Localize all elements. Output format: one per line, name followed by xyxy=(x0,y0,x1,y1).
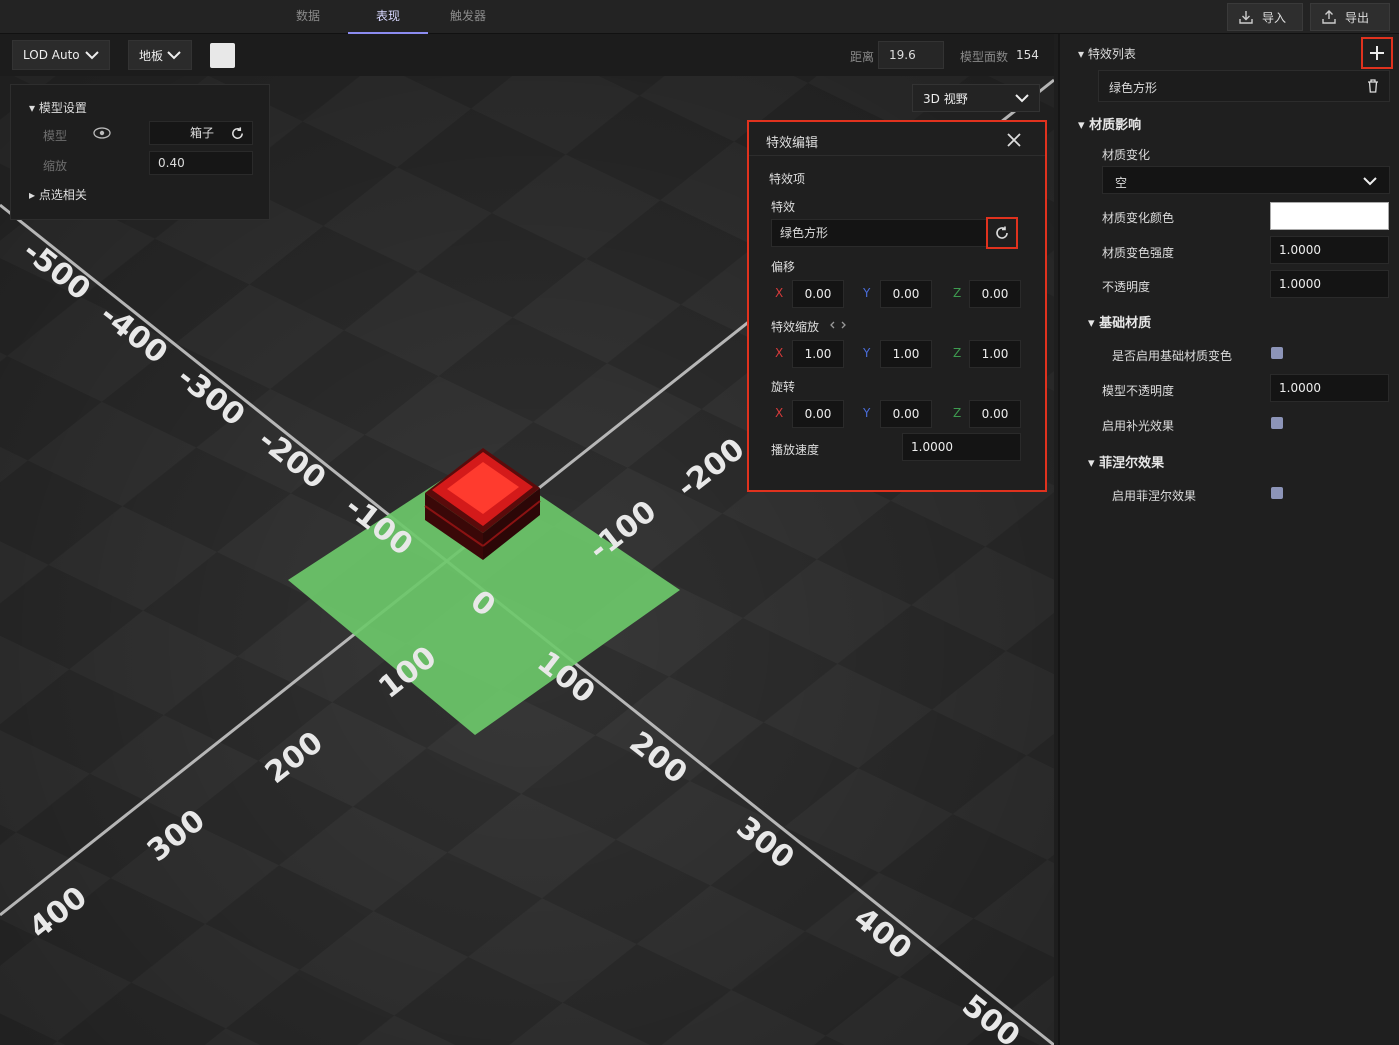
axis-x-label: X xyxy=(775,286,784,300)
fx-list-item[interactable]: 绿色方形 xyxy=(1098,70,1390,102)
refresh-icon[interactable] xyxy=(994,225,1010,241)
model-settings-panel: ▾ 模型设置 模型 箱子 缩放 0.40 ▸ 点选相关 xyxy=(10,84,270,220)
base-material-toggle[interactable]: ▾ 基础材质 xyxy=(1088,312,1151,331)
import-icon xyxy=(1239,11,1253,24)
tab-trigger[interactable]: 触发器 xyxy=(428,0,508,34)
link-icon[interactable] xyxy=(829,320,847,330)
distance-field[interactable]: 19.6 xyxy=(878,41,944,69)
axis-z-label: Z xyxy=(953,346,962,360)
effect-label: 特效 xyxy=(771,200,796,214)
refresh-icon[interactable] xyxy=(230,126,245,141)
fx-list-item-label: 绿色方形 xyxy=(1109,81,1158,95)
export-icon xyxy=(1322,10,1336,24)
top-tab-bar: 数据 表现 触发器 导入 导出 xyxy=(0,0,1399,34)
axis-z-label: Z xyxy=(953,286,962,300)
play-speed-input[interactable]: 1.0000 xyxy=(902,433,1021,461)
scale-z-input[interactable]: 1.00 xyxy=(969,340,1021,368)
opacity-input[interactable]: 1.0000 xyxy=(1270,270,1389,298)
material-section-toggle[interactable]: ▾ 材质影响 xyxy=(1078,114,1141,133)
pick-section-label: 点选相关 xyxy=(38,188,87,202)
axis-y-label: Y xyxy=(863,406,871,420)
rotate-label: 旋转 xyxy=(771,380,796,394)
material-color-swatch[interactable] xyxy=(1270,202,1389,230)
axis-x-label: X xyxy=(775,406,784,420)
axis-z-label: Z xyxy=(953,406,962,420)
tab-appearance[interactable]: 表现 xyxy=(348,0,428,34)
tab-data[interactable]: 数据 xyxy=(268,0,348,34)
trash-icon[interactable] xyxy=(1367,79,1379,93)
view-mode-label: 3D 视野 xyxy=(923,91,968,106)
material-change-dropdown[interactable]: 空 xyxy=(1102,166,1390,194)
view-mode-dropdown[interactable]: 3D 视野 xyxy=(912,84,1040,112)
scale-label: 缩放 xyxy=(43,159,68,173)
effect-item-label: 特效项 xyxy=(769,172,806,186)
model-label: 模型 xyxy=(43,129,68,143)
scale-x-input[interactable]: 1.00 xyxy=(792,340,844,368)
material-change-value: 空 xyxy=(1115,176,1128,190)
play-speed-label: 播放速度 xyxy=(771,443,820,457)
effect-editor-header: 特效编辑 xyxy=(749,122,1045,156)
distance-label: 距离 xyxy=(850,50,875,64)
scale-field[interactable]: 0.40 xyxy=(149,151,253,175)
axis-x-label: X xyxy=(775,346,784,360)
chevron-down-icon xyxy=(1015,94,1029,103)
fx-list-toggle[interactable]: ▾ 特效列表 xyxy=(1078,45,1136,62)
chevron-down-icon xyxy=(167,51,181,60)
plus-icon[interactable] xyxy=(1369,45,1385,61)
effect-scale-label: 特效缩放 xyxy=(771,320,820,334)
model-opacity-input[interactable]: 1.0000 xyxy=(1270,374,1389,402)
base-enable-checkbox[interactable] xyxy=(1271,347,1283,359)
base-material-title: 基础材质 xyxy=(1099,316,1152,331)
axis-y-label: Y xyxy=(863,346,871,360)
pick-section-toggle[interactable]: ▸ 点选相关 xyxy=(29,186,87,203)
chevron-down-icon xyxy=(1363,177,1377,186)
rotate-y-input[interactable]: 0.00 xyxy=(880,400,932,428)
material-change-label: 材质变化 xyxy=(1102,148,1151,162)
material-strength-label: 材质变色强度 xyxy=(1102,246,1175,260)
rotate-z-input[interactable]: 0.00 xyxy=(969,400,1021,428)
offset-y-input[interactable]: 0.00 xyxy=(880,280,932,308)
material-color-label: 材质变化颜色 xyxy=(1102,211,1175,225)
scale-y-input[interactable]: 1.00 xyxy=(880,340,932,368)
offset-label: 偏移 xyxy=(771,260,796,274)
import-label: 导入 xyxy=(1262,10,1287,25)
fill-light-checkbox[interactable] xyxy=(1271,417,1283,429)
effect-editor-dialog: 特效编辑 特效项 特效 绿色方形 偏移 X 0.00 Y 0.00 Z 0.00… xyxy=(747,120,1047,492)
fx-list-title: 特效列表 xyxy=(1087,47,1136,61)
import-button[interactable]: 导入 xyxy=(1227,3,1303,31)
material-strength-input[interactable]: 1.0000 xyxy=(1270,236,1389,264)
offset-z-input[interactable]: 0.00 xyxy=(969,280,1021,308)
axis-y-label: Y xyxy=(863,286,871,300)
right-sidebar: ▾ 特效列表 绿色方形 ▾ 材质影响 材质变化 空 材质变化颜色 材质变色强度 … xyxy=(1058,34,1399,1045)
lod-dropdown[interactable]: LOD Auto xyxy=(12,40,110,70)
export-button[interactable]: 导出 xyxy=(1310,3,1390,31)
material-section-title: 材质影响 xyxy=(1089,118,1142,133)
base-enable-label: 是否启用基础材质变色 xyxy=(1112,349,1233,363)
floor-dropdown[interactable]: 地板 xyxy=(128,40,192,70)
opacity-label: 不透明度 xyxy=(1102,280,1151,294)
model-opacity-label: 模型不透明度 xyxy=(1102,384,1175,398)
faces-label: 模型面数 xyxy=(960,50,1009,64)
model-settings-title[interactable]: ▾ 模型设置 xyxy=(29,99,87,116)
floor-label: 地板 xyxy=(139,48,164,63)
close-icon[interactable] xyxy=(1007,133,1021,147)
model-settings-title-text: 模型设置 xyxy=(38,101,87,115)
rotate-x-input[interactable]: 0.00 xyxy=(792,400,844,428)
effect-editor-title: 特效编辑 xyxy=(766,136,819,151)
chevron-down-icon xyxy=(85,51,99,60)
eye-icon[interactable] xyxy=(93,127,111,139)
fill-light-label: 启用补光效果 xyxy=(1102,419,1175,433)
floor-color-swatch[interactable] xyxy=(210,43,235,68)
fresnel-toggle[interactable]: ▾ 菲涅尔效果 xyxy=(1088,452,1164,471)
lod-label: LOD Auto xyxy=(23,48,80,62)
effect-select-field[interactable]: 绿色方形 xyxy=(771,219,987,247)
fresnel-enable-checkbox[interactable] xyxy=(1271,487,1283,499)
faces-value: 154 xyxy=(1016,48,1039,62)
export-label: 导出 xyxy=(1345,10,1370,25)
fresnel-title: 菲涅尔效果 xyxy=(1099,456,1165,471)
offset-x-input[interactable]: 0.00 xyxy=(792,280,844,308)
fresnel-enable-label: 启用菲涅尔效果 xyxy=(1112,489,1197,503)
